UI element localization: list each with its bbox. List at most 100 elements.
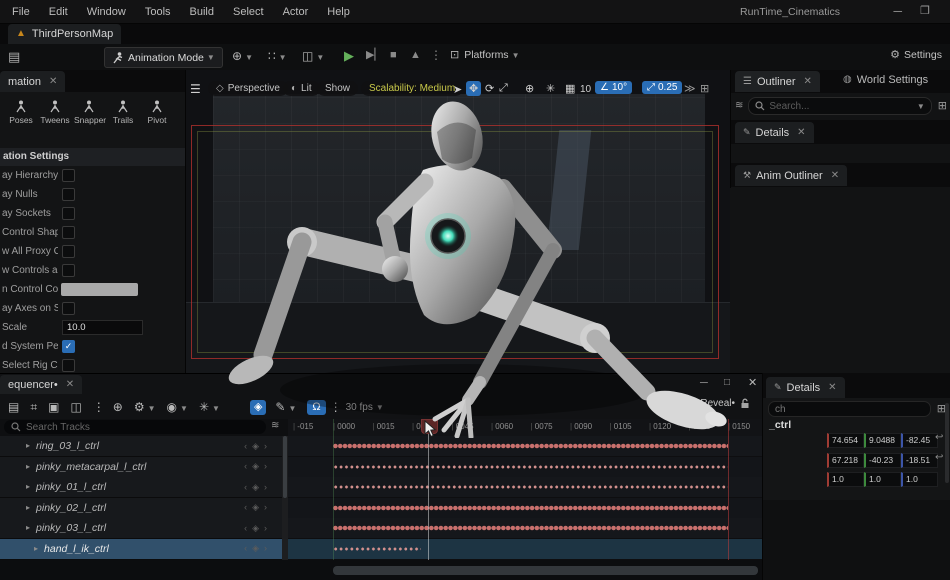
close-icon[interactable]: ✕ (804, 76, 812, 87)
menu-actor[interactable]: Actor (283, 6, 309, 18)
tab-animation[interactable]: mation ✕ (0, 71, 66, 92)
close-icon[interactable]: ✕ (828, 382, 836, 393)
setting-checkbox[interactable] (62, 264, 75, 277)
setting-checkbox[interactable] (62, 207, 75, 220)
track-lane-pinky_02_l_ctrl[interactable] (288, 497, 762, 519)
window-close-icon[interactable]: ✕ (748, 378, 757, 389)
details-scrollbar[interactable] (945, 403, 949, 483)
track-lane-pinky_metacarpal_l_ctrl[interactable] (288, 456, 762, 478)
close-icon[interactable]: ✕ (797, 127, 805, 138)
setting-checkbox[interactable] (62, 188, 75, 201)
expand-toolbar-icon[interactable]: ≫ (684, 82, 696, 95)
play-button[interactable]: ▶ (344, 49, 354, 62)
transform-value-field[interactable]: 9.0488 (864, 433, 901, 448)
outliner-search-input[interactable]: Search... ▼ (748, 97, 932, 115)
close-icon[interactable]: ✕ (831, 170, 839, 181)
select-tool-icon[interactable]: ➤ (453, 83, 462, 96)
track-lane-pinky_03_l_ctrl[interactable] (288, 518, 762, 539)
sequence-breadcrumb[interactable]: SQ_EnemyReveal• (649, 398, 750, 409)
fps-dropdown[interactable]: 30 fps ▼ (346, 402, 384, 413)
find-in-browser-icon[interactable]: ⌗ (30, 400, 37, 415)
tool-pivot-button[interactable]: Pivot (142, 100, 172, 125)
track-filter-icon[interactable]: ≋ (271, 421, 279, 431)
snap-options-icon[interactable]: ⋮ (330, 400, 342, 414)
tab-outliner[interactable]: ☰ Outliner ✕ (735, 71, 820, 92)
keyframes-strip[interactable] (333, 463, 728, 470)
keyframes-strip[interactable] (333, 484, 728, 490)
add-folder-icon[interactable]: ⊞ (938, 100, 947, 112)
lock-icon[interactable] (740, 398, 750, 409)
restore-icon[interactable]: ❐ (920, 4, 930, 17)
menu-edit[interactable]: Edit (49, 6, 68, 18)
close-icon[interactable]: ✕ (66, 379, 74, 390)
window-minimize-icon[interactable]: ─ (700, 378, 708, 389)
viewport[interactable] (185, 70, 730, 373)
track-lane-pinky_01_l_ctrl[interactable] (288, 477, 762, 498)
minimize-icon[interactable]: ─ (893, 4, 902, 18)
camera-icon[interactable]: ▣ (48, 400, 59, 414)
menu-file[interactable]: File (12, 6, 30, 18)
timeline-ruler[interactable]: | -015| 0000| 0015| 0030| 0045| 0060| 00… (288, 419, 762, 437)
view-options-icon[interactable]: ◉ ▼ (167, 400, 188, 414)
transform-value-field[interactable]: 1.0 (827, 472, 864, 487)
window-restore-icon[interactable]: □ (724, 378, 730, 388)
transform-value-field[interactable]: 67.218 (827, 452, 864, 468)
playhead-line[interactable] (428, 419, 429, 560)
editor-modes-icon[interactable]: ▤ (8, 50, 20, 63)
close-icon[interactable]: ✕ (49, 76, 57, 87)
snap-magnet-button[interactable]: Ω (307, 399, 326, 415)
platforms-button[interactable]: ⊡ Platforms ▼ (450, 49, 519, 61)
save-icon[interactable]: ▤ (8, 400, 19, 414)
tab-level[interactable]: ▲ ThirdPersonMap (8, 24, 122, 44)
lit-dropdown[interactable]: ◐ Lit (283, 81, 320, 96)
undo-icon[interactable]: ↩ (935, 452, 943, 463)
color-swatch[interactable] (61, 283, 138, 296)
show-dropdown[interactable]: Show (317, 81, 359, 96)
menu-window[interactable]: Window (87, 6, 126, 18)
setting-checkbox[interactable] (62, 302, 75, 315)
tool-poses-button[interactable]: Poses (6, 100, 36, 125)
details-search-input[interactable]: ch (768, 401, 931, 417)
keyframes-strip[interactable] (333, 545, 421, 552)
transform-value-field[interactable]: 1.0 (864, 472, 901, 487)
scale-snap-button[interactable]: ⤢ 0.25 (642, 81, 683, 94)
tool-tweens-button[interactable]: Tweens (40, 100, 70, 125)
mode-selector[interactable]: Animation Mode ▼ (104, 47, 223, 68)
more-options-icon[interactable]: ⋮ (93, 400, 105, 414)
tab-anim-outliner[interactable]: ⚒ Anim Outliner ✕ (735, 165, 848, 186)
grid-snap-icon[interactable]: ▦ (565, 82, 575, 95)
settings-button[interactable]: ⚙ Settings (890, 49, 942, 61)
keyframe-mode-button[interactable]: ◈ (249, 399, 267, 415)
eject-button[interactable]: ▲ (410, 50, 421, 61)
camera-speed-icon[interactable]: ⊞ (700, 82, 709, 95)
chevron-down-icon[interactable]: ▼ (917, 102, 925, 111)
setting-checkbox[interactable] (62, 226, 75, 239)
wrench-icon[interactable]: ⚙ ▼ (134, 400, 156, 414)
add-actor-icon[interactable]: ⊕ ▼ (232, 50, 253, 62)
menu-select[interactable]: Select (233, 6, 264, 18)
track-search-input[interactable]: Search Tracks (4, 420, 266, 434)
undo-icon[interactable]: ↩ (935, 433, 943, 443)
play-options-icon[interactable]: ⋮ (430, 49, 442, 61)
setting-checkbox[interactable] (62, 359, 75, 372)
tab-sequencer[interactable]: equencer• ✕ (0, 375, 83, 394)
angle-snap-button[interactable]: ∠ 10° (595, 81, 633, 94)
filter-icon[interactable]: ≋ (735, 101, 743, 111)
tool-snapper-button[interactable]: Snapper (74, 100, 106, 125)
perspective-dropdown[interactable]: ◇ Perspective (208, 81, 288, 96)
setting-checkbox[interactable]: ✓ (62, 340, 75, 353)
transform-value-field[interactable]: 74.654 (827, 433, 864, 448)
scale-tool-icon[interactable]: ⤢ (499, 82, 508, 95)
menu-build[interactable]: Build (190, 6, 214, 18)
curve-editor-icon[interactable]: ✎ ▼ (275, 400, 296, 414)
setting-value-field[interactable]: 10.0 (62, 320, 143, 335)
setting-checkbox[interactable] (62, 245, 75, 258)
keyframes-strip[interactable] (333, 441, 728, 451)
viewport-options-icon[interactable]: ☰ (190, 83, 201, 95)
keyframes-strip[interactable] (333, 503, 728, 512)
blueprints-icon[interactable]: ∷ ▼ (268, 50, 287, 62)
scalability-badge[interactable]: Scalability: Medium (361, 81, 464, 96)
track-lane-hand_l_ik_ctrl[interactable] (288, 538, 762, 560)
cinematics-icon[interactable]: ◫ ▼ (302, 50, 324, 62)
keyframes-strip[interactable] (333, 523, 728, 533)
